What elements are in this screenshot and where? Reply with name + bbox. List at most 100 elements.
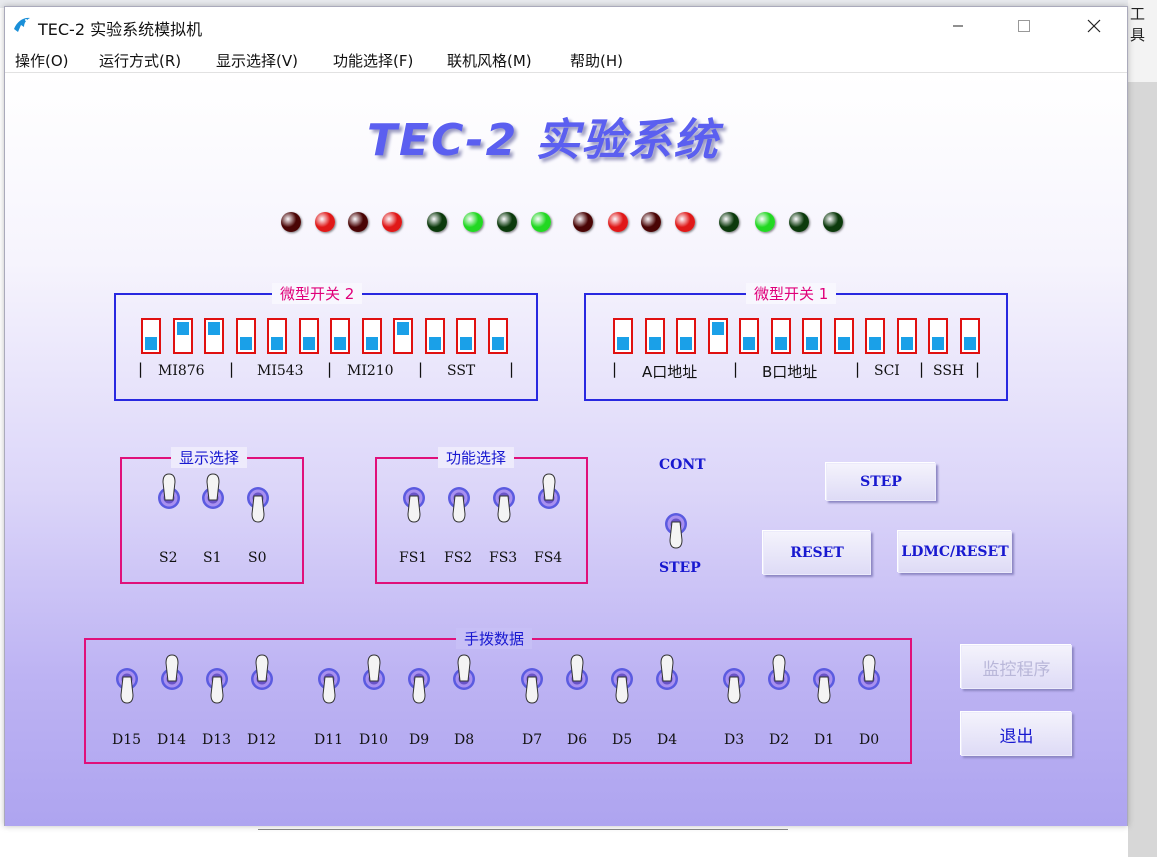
data-label-d0: D0 <box>859 732 880 748</box>
micro-switch-2-dip-5[interactable] <box>299 318 319 354</box>
function-label-fs2: FS2 <box>444 550 473 566</box>
led-9 <box>497 212 517 232</box>
display-select-caption: 显示选择 <box>171 447 248 468</box>
data-label-d15: D15 <box>112 732 142 748</box>
field-sci: SCI <box>874 363 900 379</box>
step-button[interactable]: STEP <box>826 463 936 501</box>
micro-switch-2-dip-1[interactable] <box>173 318 193 354</box>
led-14 <box>315 212 335 232</box>
data-toggle-d0[interactable] <box>856 651 882 707</box>
micro-switch-2-dip-0[interactable] <box>141 318 161 354</box>
menu-help[interactable]: 帮助(H) <box>570 50 623 71</box>
micro-switch-2-dip-10[interactable] <box>456 318 476 354</box>
micro-switch-1-caption: 微型开关 1 <box>746 283 837 304</box>
micro-switch-1-dip-3[interactable] <box>708 318 728 354</box>
data-toggle-d1[interactable] <box>811 651 837 707</box>
micro-switch-1-dip-0[interactable] <box>613 318 633 354</box>
micro-switch-1-dip-6[interactable] <box>802 318 822 354</box>
micro-switch-1-group: 微型开关 1 | A口地址 | B口地址 | SCI | SSH | <box>584 283 1008 401</box>
data-label-d9: D9 <box>409 732 430 748</box>
simulator-panel: TEC-2 实验系统 微型开关 2 | MI876 | MI543 | MI21… <box>5 74 1127 826</box>
step-mode-label: STEP <box>659 560 701 576</box>
menu-run-mode[interactable]: 运行方式(R) <box>99 50 181 71</box>
micro-switch-1-dip-9[interactable] <box>897 318 917 354</box>
data-toggle-d7[interactable] <box>519 651 545 707</box>
data-toggle-d13[interactable] <box>204 651 230 707</box>
close-icon <box>1087 19 1101 33</box>
display-toggle-s2[interactable] <box>156 470 182 526</box>
micro-switch-2-dip-8[interactable] <box>393 318 413 354</box>
minimize-button[interactable] <box>935 7 981 45</box>
data-toggle-d11[interactable] <box>316 651 342 707</box>
data-toggle-d14[interactable] <box>159 651 185 707</box>
field-b-port-address: B口地址 <box>762 363 818 381</box>
background-app-panel: 工具 <box>1128 0 1157 857</box>
display-toggle-s0[interactable] <box>245 470 271 526</box>
display-toggle-s1[interactable] <box>200 470 226 526</box>
data-toggle-d8[interactable] <box>451 651 477 707</box>
data-toggle-d6[interactable] <box>564 651 590 707</box>
micro-switch-2-caption: 微型开关 2 <box>272 283 363 304</box>
maximize-button[interactable] <box>1001 7 1047 45</box>
micro-switch-1-dip-1[interactable] <box>645 318 665 354</box>
micro-switch-2-dip-3[interactable] <box>236 318 256 354</box>
function-toggle-fs2[interactable] <box>446 470 472 526</box>
display-label-s0: S0 <box>248 550 267 566</box>
led-5 <box>641 212 661 232</box>
micro-switch-1-dip-4[interactable] <box>739 318 759 354</box>
exit-button[interactable]: 退出 <box>961 712 1072 756</box>
led-1 <box>789 212 809 232</box>
close-button[interactable] <box>1071 7 1117 45</box>
data-label-d5: D5 <box>612 732 633 748</box>
data-toggle-d4[interactable] <box>654 651 680 707</box>
micro-switch-2-dip-11[interactable] <box>488 318 508 354</box>
data-toggle-d15[interactable] <box>114 651 140 707</box>
micro-switch-1-dip-8[interactable] <box>865 318 885 354</box>
micro-switch-1-dip-11[interactable] <box>960 318 980 354</box>
function-toggle-fs4[interactable] <box>536 470 562 526</box>
manual-data-group: 手拨数据 D15 D14 D13 D12 D11 D10 D9 D8 D7 D6 D5 D4 D3 D2 D… <box>84 628 912 764</box>
data-label-d8: D8 <box>454 732 475 748</box>
micro-switch-1-dip-2[interactable] <box>676 318 696 354</box>
micro-switch-2-dip-9[interactable] <box>425 318 445 354</box>
display-label-s2: S2 <box>159 550 178 566</box>
menu-function-select[interactable]: 功能选择(F) <box>333 50 413 71</box>
data-label-d2: D2 <box>769 732 790 748</box>
function-toggle-fs3[interactable] <box>491 470 517 526</box>
data-toggle-d2[interactable] <box>766 651 792 707</box>
micro-switch-2-dip-2[interactable] <box>204 318 224 354</box>
data-toggle-d12[interactable] <box>249 651 275 707</box>
run-mode-toggle[interactable] <box>663 496 689 552</box>
reset-button[interactable]: RESET <box>763 531 871 575</box>
function-label-fs1: FS1 <box>399 550 428 566</box>
manual-data-caption: 手拨数据 <box>456 628 533 649</box>
field-sst: SST <box>447 363 476 379</box>
data-toggle-d9[interactable] <box>406 651 432 707</box>
led-8 <box>531 212 551 232</box>
monitor-program-button[interactable]: 监控程序 <box>961 645 1072 689</box>
data-toggle-d10[interactable] <box>361 651 387 707</box>
menu-operate[interactable]: 操作(O) <box>15 50 69 71</box>
led-12 <box>382 212 402 232</box>
micro-switch-1-dip-10[interactable] <box>928 318 948 354</box>
menu-online-style[interactable]: 联机风格(M) <box>447 50 532 71</box>
led-15 <box>281 212 301 232</box>
app-window: TEC-2 实验系统模拟机 操作(O) 运行方式(R) 显示选择(V) 功能选择… <box>4 6 1128 826</box>
ldmc-reset-button[interactable]: LDMC/RESET <box>898 531 1012 573</box>
led-6 <box>608 212 628 232</box>
data-label-d10: D10 <box>359 732 389 748</box>
data-toggle-d5[interactable] <box>609 651 635 707</box>
micro-switch-2-dip-4[interactable] <box>267 318 287 354</box>
data-label-d12: D12 <box>247 732 277 748</box>
data-label-d3: D3 <box>724 732 745 748</box>
micro-switch-1-dip-5[interactable] <box>771 318 791 354</box>
function-toggle-fs1[interactable] <box>401 470 427 526</box>
micro-switch-2-group: 微型开关 2 | MI876 | MI543 | MI210 | SST | <box>114 283 538 401</box>
micro-switch-2-dip-6[interactable] <box>330 318 350 354</box>
data-toggle-d3[interactable] <box>721 651 747 707</box>
display-select-group: 显示选择 S2 S1 S0 <box>120 447 304 584</box>
micro-switch-1-dip-7[interactable] <box>834 318 854 354</box>
menu-display-select[interactable]: 显示选择(V) <box>216 50 298 71</box>
function-label-fs3: FS3 <box>489 550 518 566</box>
micro-switch-2-dip-7[interactable] <box>362 318 382 354</box>
